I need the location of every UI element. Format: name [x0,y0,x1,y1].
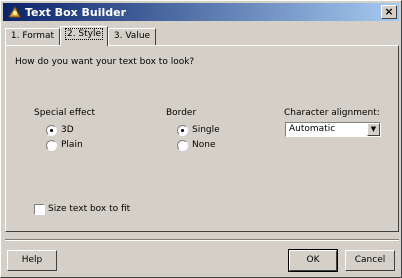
tab-format-label: 1. Format [10,31,55,41]
tab-value-label: 3. Value [113,31,151,41]
radio-none[interactable] [177,140,188,151]
size-to-fit-label: Size text box to fit [48,204,131,214]
tab-style[interactable]: 2. Style [60,26,108,46]
window-title: Text Box Builder [25,6,127,19]
style-tab-panel: How do you want your text box to look? S… [5,45,399,232]
close-button[interactable]: × [381,5,397,19]
text-box-builder-dialog: Text Box Builder × 1. Format 3. Value Ho… [0,0,402,278]
close-icon: × [384,5,394,18]
style-prompt: How do you want your text box to look? [15,57,195,67]
help-button-label: Help [21,255,43,265]
radio-none-label: None [192,140,216,150]
radio-3d-label: 3D [61,125,74,135]
character-alignment-value: Automatic [289,124,336,134]
character-alignment-label: Character alignment: [284,108,380,118]
tab-format[interactable]: 1. Format [5,28,60,45]
cancel-button[interactable]: Cancel [345,250,395,271]
title-bar: Text Box Builder × [3,3,399,21]
border-label: Border [166,108,197,118]
ok-button-label: OK [306,255,320,265]
radio-single-label: Single [192,125,220,135]
radio-single[interactable] [177,125,188,136]
size-to-fit-checkbox[interactable] [34,204,45,215]
builder-wand-icon [8,5,21,18]
tab-style-label: 2. Style [64,28,104,40]
radio-plain-label: Plain [61,140,83,150]
footer-divider [5,239,399,241]
radio-3d[interactable] [46,125,57,136]
help-button[interactable]: Help [7,250,57,271]
ok-button[interactable]: OK [288,249,338,272]
character-alignment-select[interactable]: Automatic ▼ [285,122,381,137]
tab-value[interactable]: 3. Value [108,28,156,45]
chevron-down-icon[interactable]: ▼ [367,123,380,136]
special-effect-label: Special effect [34,108,96,118]
radio-plain[interactable] [46,140,57,151]
cancel-button-label: Cancel [354,255,386,265]
